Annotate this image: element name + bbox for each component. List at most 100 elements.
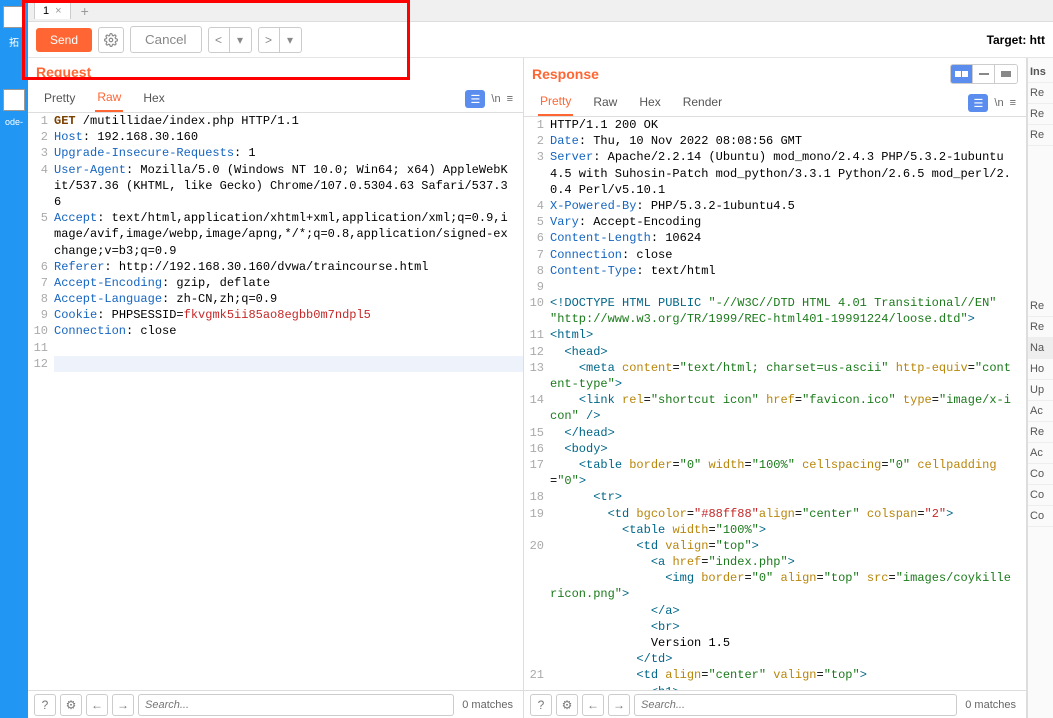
- editor-line[interactable]: 5Accept: text/html,application/xhtml+xml…: [28, 210, 523, 259]
- desktop-icon[interactable]: [3, 89, 25, 111]
- desktop-icon[interactable]: [3, 6, 25, 28]
- layout-stack-icon[interactable]: [973, 65, 995, 83]
- actions-icon[interactable]: ☰: [968, 94, 988, 112]
- close-icon[interactable]: ×: [55, 5, 61, 17]
- app-window: 1 × + Send Cancel < ▾ > ▾ Target: htt Re…: [28, 0, 1053, 718]
- editor-line[interactable]: <table width="100%">: [524, 522, 1026, 538]
- editor-line[interactable]: 5Vary: Accept-Encoding: [524, 214, 1026, 230]
- search-input[interactable]: [634, 694, 957, 716]
- menu-icon[interactable]: ≡: [1010, 97, 1016, 109]
- inspector-row[interactable]: Re: [1028, 125, 1053, 146]
- editor-line[interactable]: 13 <meta content="text/html; charset=us-…: [524, 360, 1026, 392]
- editor-line[interactable]: 4User-Agent: Mozilla/5.0 (Windows NT 10.…: [28, 162, 523, 211]
- editor-line[interactable]: <a href="index.php">: [524, 554, 1026, 570]
- search-input[interactable]: [138, 694, 454, 716]
- editor-line[interactable]: 16 <body>: [524, 441, 1026, 457]
- editor-line[interactable]: 12 <head>: [524, 344, 1026, 360]
- inspector-row[interactable]: Re: [1028, 104, 1053, 125]
- inspector-label: Re: [1028, 422, 1053, 443]
- tab-pretty[interactable]: Pretty: [42, 87, 77, 111]
- request-title: Request: [36, 64, 91, 80]
- tab-hex[interactable]: Hex: [637, 91, 662, 115]
- editor-line[interactable]: 21 <td align="center" valign="top">: [524, 667, 1026, 683]
- gear-icon[interactable]: ⚙: [60, 694, 82, 716]
- editor-line[interactable]: </td>: [524, 651, 1026, 667]
- editor-line[interactable]: 8Content-Type: text/html: [524, 263, 1026, 279]
- history-fwd-dropdown[interactable]: ▾: [280, 27, 302, 53]
- editor-line[interactable]: 10Connection: close: [28, 323, 523, 339]
- gear-icon[interactable]: [98, 27, 124, 53]
- editor-line[interactable]: 2Host: 192.168.30.160: [28, 129, 523, 145]
- add-tab-icon[interactable]: +: [81, 3, 89, 19]
- next-match-icon[interactable]: →: [608, 694, 630, 716]
- menu-icon[interactable]: ≡: [507, 93, 513, 105]
- editor-line[interactable]: 19 <td bgcolor="#88ff88"align="center" c…: [524, 506, 1026, 522]
- editor-line[interactable]: 20 <td valign="top">: [524, 538, 1026, 554]
- toolbar: Send Cancel < ▾ > ▾ Target: htt: [28, 22, 1053, 58]
- newline-toggle[interactable]: \n: [491, 93, 500, 105]
- tab-render[interactable]: Render: [681, 91, 724, 115]
- history-back-button[interactable]: <: [208, 27, 230, 53]
- help-icon[interactable]: ?: [530, 694, 552, 716]
- help-icon[interactable]: ?: [34, 694, 56, 716]
- cancel-button[interactable]: Cancel: [130, 26, 202, 53]
- editor-line[interactable]: 14 <link rel="shortcut icon" href="favic…: [524, 392, 1026, 424]
- inspector-label: Ac: [1028, 401, 1053, 422]
- editor-line[interactable]: 3Upgrade-Insecure-Requests: 1: [28, 145, 523, 161]
- editor-line[interactable]: 11: [28, 340, 523, 356]
- editor-line[interactable]: </a>: [524, 603, 1026, 619]
- editor-line[interactable]: 7Connection: close: [524, 247, 1026, 263]
- editor-line[interactable]: 12: [28, 356, 523, 372]
- tab-hex[interactable]: Hex: [141, 87, 166, 111]
- repeater-tab[interactable]: 1 ×: [34, 2, 71, 19]
- layout-columns-icon[interactable]: [951, 65, 973, 83]
- prev-match-icon[interactable]: ←: [86, 694, 108, 716]
- history-fwd-group: > ▾: [258, 27, 302, 53]
- editor-line[interactable]: 7Accept-Encoding: gzip, deflate: [28, 275, 523, 291]
- tab-pretty[interactable]: Pretty: [538, 90, 573, 116]
- actions-icon[interactable]: ☰: [465, 90, 485, 108]
- editor-line[interactable]: 4X-Powered-By: PHP/5.3.2-1ubuntu4.5: [524, 198, 1026, 214]
- target-label: Target: htt: [987, 33, 1045, 47]
- editor-line[interactable]: 1HTTP/1.1 200 OK: [524, 117, 1026, 133]
- editor-line[interactable]: 1GET /mutillidae/index.php HTTP/1.1: [28, 113, 523, 129]
- inspector-row[interactable]: Re: [1028, 296, 1053, 317]
- main-area: Request Pretty Raw Hex ☰ \n ≡ 1GET /muti…: [28, 58, 1053, 718]
- editor-line[interactable]: <br>: [524, 619, 1026, 635]
- next-match-icon[interactable]: →: [112, 694, 134, 716]
- request-editor[interactable]: 1GET /mutillidae/index.php HTTP/1.12Host…: [28, 113, 523, 690]
- inspector-label: Ho: [1028, 359, 1053, 380]
- newline-toggle[interactable]: \n: [994, 97, 1003, 109]
- editor-line[interactable]: 11<html>: [524, 327, 1026, 343]
- editor-line[interactable]: 9: [524, 279, 1026, 295]
- editor-line[interactable]: 2Date: Thu, 10 Nov 2022 08:08:56 GMT: [524, 133, 1026, 149]
- match-count: 0 matches: [458, 699, 517, 711]
- history-back-dropdown[interactable]: ▾: [230, 27, 252, 53]
- editor-line[interactable]: 8Accept-Language: zh-CN,zh;q=0.9: [28, 291, 523, 307]
- response-editor[interactable]: 1HTTP/1.1 200 OK2Date: Thu, 10 Nov 2022 …: [524, 117, 1026, 690]
- response-footer: ? ⚙ ← → 0 matches: [524, 690, 1026, 718]
- editor-line[interactable]: 9Cookie: PHPSESSID=fkvgmk5ii85ao8egbb0m7…: [28, 307, 523, 323]
- editor-line[interactable]: 18 <tr>: [524, 489, 1026, 505]
- editor-line[interactable]: 6Content-Length: 10624: [524, 230, 1026, 246]
- editor-line[interactable]: 3Server: Apache/2.2.14 (Ubuntu) mod_mono…: [524, 149, 1026, 198]
- editor-line[interactable]: 15 </head>: [524, 425, 1026, 441]
- send-button[interactable]: Send: [36, 28, 92, 52]
- editor-line[interactable]: Version 1.5: [524, 635, 1026, 651]
- inspector-title: Ins: [1028, 62, 1053, 83]
- tab-raw[interactable]: Raw: [95, 86, 123, 112]
- editor-line[interactable]: 6Referer: http://192.168.30.160/dvwa/tra…: [28, 259, 523, 275]
- editor-line[interactable]: 17 <table border="0" width="100%" cellsp…: [524, 457, 1026, 489]
- gear-icon[interactable]: ⚙: [556, 694, 578, 716]
- layout-single-icon[interactable]: [995, 65, 1017, 83]
- prev-match-icon[interactable]: ←: [582, 694, 604, 716]
- inspector-row[interactable]: Re: [1028, 83, 1053, 104]
- tab-raw[interactable]: Raw: [591, 91, 619, 115]
- editor-line[interactable]: 10<!DOCTYPE HTML PUBLIC "-//W3C//DTD HTM…: [524, 295, 1026, 327]
- inspector-label: Co: [1028, 464, 1053, 485]
- response-pane: Response Pretty Raw Hex Render ☰ \n ≡ 1H…: [524, 58, 1027, 718]
- tabstrip: 1 × +: [28, 0, 1053, 22]
- editor-line[interactable]: <img border="0" align="top" src="images/…: [524, 570, 1026, 602]
- inspector-row[interactable]: Re: [1028, 317, 1053, 338]
- history-fwd-button[interactable]: >: [258, 27, 280, 53]
